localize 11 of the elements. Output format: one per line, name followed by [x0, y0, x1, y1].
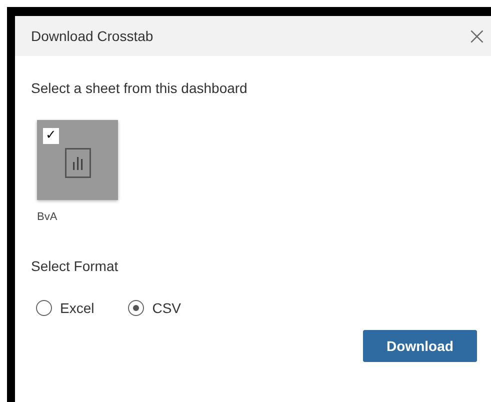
close-button[interactable]: × — [462, 24, 491, 48]
format-prompt: Select Format — [31, 258, 120, 274]
format-radio[interactable]: CSV — [128, 300, 182, 316]
sheet-thumbnail[interactable]: ✓ — [37, 120, 118, 200]
download-button[interactable]: Download — [363, 330, 477, 362]
format-radio[interactable]: Excel — [36, 300, 94, 316]
sheet-name: BvA — [37, 211, 58, 223]
dialog-title: Download Crosstab — [31, 28, 154, 44]
sheet-prompt: Select a sheet from this dashboard — [31, 80, 248, 96]
bar-chart-icon — [64, 148, 90, 178]
sheet-checkbox[interactable]: ✓ — [43, 128, 59, 144]
